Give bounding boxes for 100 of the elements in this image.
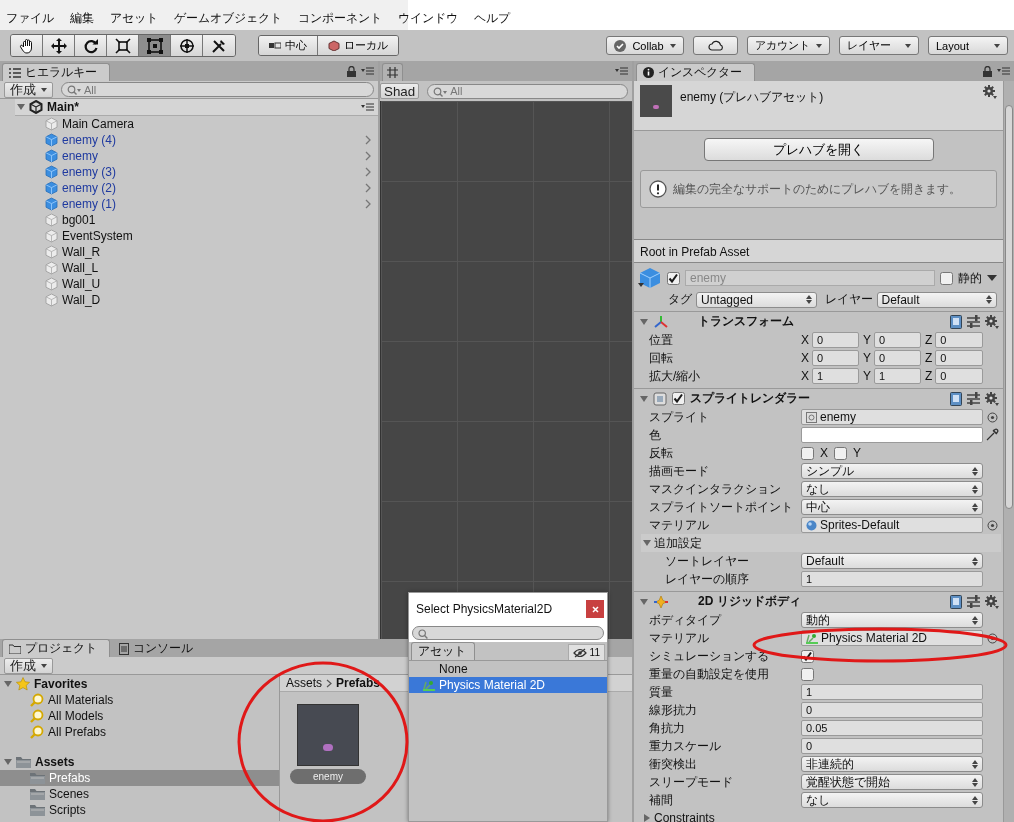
dropdown[interactable]: Default <box>801 553 983 569</box>
menu-item[interactable]: アセット <box>110 10 158 27</box>
dropdown-button[interactable]: Layout <box>928 36 1008 55</box>
menu-icon[interactable] <box>361 102 374 112</box>
enabled-checkbox[interactable] <box>672 392 685 405</box>
number-field[interactable]: 1 <box>801 684 983 700</box>
gear-icon[interactable] <box>985 314 999 329</box>
expanded-arrow-icon[interactable] <box>4 680 12 688</box>
number-field[interactable]: 0 <box>935 332 983 348</box>
number-field[interactable]: 0 <box>935 368 983 384</box>
expanded-arrow-icon[interactable] <box>643 539 651 547</box>
list-item[interactable]: None <box>409 661 607 677</box>
search-field[interactable]: All <box>427 83 628 99</box>
number-field[interactable]: 0 <box>812 350 859 366</box>
object-picker-icon[interactable] <box>986 411 998 423</box>
menu-icon[interactable] <box>997 66 1010 76</box>
static-checkbox[interactable] <box>940 271 953 285</box>
menu-icon[interactable] <box>615 66 628 76</box>
dropdown[interactable]: なし <box>801 792 983 808</box>
tree-item[interactable]: All Prefabs <box>48 725 107 739</box>
expanded-arrow-icon[interactable] <box>640 394 648 403</box>
create-dropdown[interactable]: 作成 <box>4 81 53 98</box>
number-field[interactable]: 0.05 <box>801 720 983 736</box>
close-button[interactable] <box>586 600 604 618</box>
expanded-arrow-icon[interactable] <box>17 103 25 111</box>
component-title[interactable]: トランスフォーム <box>698 313 794 330</box>
object-picker-icon[interactable] <box>986 632 998 644</box>
menu-item[interactable]: コンポーネント <box>298 10 382 27</box>
preset-sliders-icon[interactable] <box>967 315 980 328</box>
dropdown[interactable]: 中心 <box>801 499 983 515</box>
expanded-arrow-icon[interactable] <box>640 597 648 606</box>
number-field[interactable]: 0 <box>874 332 921 348</box>
list-item[interactable]: Physics Material 2D <box>409 677 607 693</box>
tool-button[interactable] <box>171 35 203 56</box>
menu-item[interactable]: ゲームオブジェクト <box>174 10 282 27</box>
search-field[interactable]: All <box>61 82 374 97</box>
number-field[interactable]: 0 <box>801 702 983 718</box>
dropdown[interactable]: なし <box>801 481 983 497</box>
number-field[interactable]: 1 <box>801 571 983 587</box>
active-checkbox[interactable] <box>667 271 680 285</box>
hierarchy-item[interactable]: Wall_U <box>62 277 101 291</box>
menu-item[interactable]: ウインドウ <box>398 10 458 27</box>
cloud-button[interactable] <box>693 36 738 55</box>
hierarchy-item[interactable]: enemy (3) <box>62 165 117 179</box>
hierarchy-item[interactable]: Main Camera <box>62 117 135 131</box>
menu-icon[interactable] <box>361 66 374 76</box>
dropdown[interactable]: 非連続的 <box>801 756 983 772</box>
dropdown[interactable]: 覚醒状態で開始 <box>801 774 983 790</box>
hidden-count-toggle[interactable]: 11 <box>567 644 605 660</box>
hierarchy-item[interactable]: enemy <box>62 149 99 163</box>
tool-button[interactable] <box>139 35 171 56</box>
inspector-tab[interactable]: インスペクター <box>636 63 755 81</box>
number-field[interactable]: 0 <box>935 350 983 366</box>
checkbox[interactable] <box>801 667 814 681</box>
panel-tab[interactable]: コンソール <box>112 639 206 657</box>
toggle-button[interactable]: 中心 <box>259 36 318 55</box>
create-dropdown[interactable]: 作成 <box>4 657 53 674</box>
collab-dropdown[interactable]: Collab <box>606 36 684 55</box>
tool-button[interactable] <box>203 35 235 56</box>
tree-item[interactable]: Assets <box>35 755 75 769</box>
gear-icon[interactable] <box>985 391 999 406</box>
search-field[interactable] <box>412 626 604 640</box>
assets-tab[interactable]: アセット <box>411 642 475 660</box>
breadcrumb-item[interactable]: Prefabs <box>336 676 381 690</box>
menu-item[interactable]: ファイル <box>6 10 54 27</box>
dropdown[interactable]: シンプル <box>801 463 983 479</box>
number-field[interactable]: 0 <box>874 350 921 366</box>
help-book-icon[interactable] <box>950 594 962 609</box>
hierarchy-tab[interactable]: ヒエラルキー <box>2 63 110 81</box>
scene-tab[interactable] <box>382 63 403 81</box>
panel-tab[interactable]: プロジェクト <box>2 639 110 657</box>
checkbox[interactable] <box>801 446 814 460</box>
tag-dropdown[interactable]: Untagged <box>696 291 817 308</box>
shading-dropdown[interactable]: Shad <box>380 83 420 99</box>
dropdown-button[interactable]: アカウント <box>747 36 830 55</box>
tool-button[interactable] <box>11 35 43 56</box>
layer-dropdown[interactable]: Default <box>876 291 997 308</box>
number-field[interactable]: 0 <box>812 332 859 348</box>
object-field[interactable]: Sprites-Default <box>801 517 983 533</box>
checkbox[interactable] <box>834 446 847 460</box>
help-book-icon[interactable] <box>950 391 962 406</box>
toggle-button[interactable]: ローカル <box>318 36 398 55</box>
gear-icon[interactable] <box>983 85 997 99</box>
object-picker-icon[interactable] <box>986 519 998 531</box>
dropdown-button[interactable]: レイヤー <box>839 36 919 55</box>
object-field[interactable]: enemy <box>801 409 983 425</box>
tool-button[interactable] <box>43 35 75 56</box>
number-field[interactable]: 1 <box>812 368 859 384</box>
scene-name[interactable]: Main* <box>47 100 79 114</box>
open-prefab-button[interactable]: プレハブを開く <box>703 138 934 161</box>
tool-button[interactable] <box>75 35 107 56</box>
asset-thumbnail[interactable] <box>297 704 359 766</box>
hierarchy-item[interactable]: bg001 <box>62 213 96 227</box>
hierarchy-item[interactable]: Wall_R <box>62 245 101 259</box>
preset-sliders-icon[interactable] <box>967 595 980 608</box>
tool-button[interactable] <box>107 35 139 56</box>
hierarchy-item[interactable]: Wall_D <box>62 293 101 307</box>
hierarchy-item[interactable]: Wall_L <box>62 261 99 275</box>
eyedropper-icon[interactable] <box>985 428 999 442</box>
hierarchy-item[interactable]: enemy (1) <box>62 197 117 211</box>
